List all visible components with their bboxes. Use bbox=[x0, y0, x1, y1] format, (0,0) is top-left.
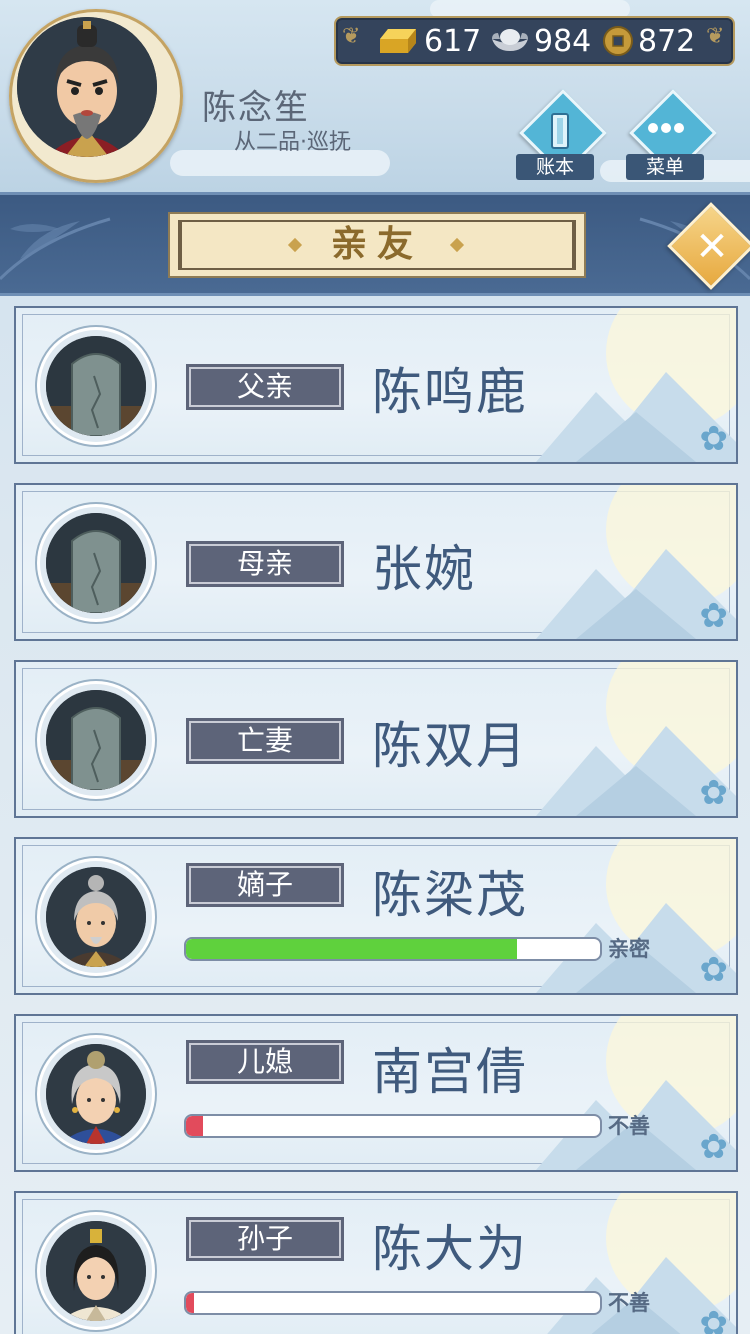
affinity-bar bbox=[184, 1291, 602, 1315]
copper-amount: 872 bbox=[638, 23, 696, 59]
relation-tag: 儿媳 bbox=[186, 1040, 344, 1084]
title-plaque: 亲友 bbox=[168, 212, 586, 278]
affinity-bar-fill bbox=[186, 939, 518, 959]
plum-flower-icon: ✿ bbox=[699, 1127, 729, 1167]
player-name: 陈念笙 bbox=[202, 88, 310, 128]
plum-flower-icon: ✿ bbox=[699, 1304, 729, 1334]
relative-card[interactable]: ✿ 儿媳 南宫倩 不善 bbox=[14, 1014, 738, 1172]
affinity-bar bbox=[184, 937, 602, 961]
gold-ingot-icon bbox=[380, 29, 416, 53]
silver-amount: 984 bbox=[534, 23, 592, 59]
page-title: 亲友 bbox=[330, 224, 423, 265]
menu-label: 菜单 bbox=[626, 154, 704, 180]
player-rank: 从二品·巡抚 bbox=[234, 130, 351, 155]
plum-flower-icon: ✿ bbox=[699, 596, 729, 636]
relative-name: 陈鸣鹿 bbox=[372, 363, 528, 421]
relatives-list[interactable]: ✿ 父亲 陈鸣鹿 ✿ 母亲 张婉 ✿ 亡妻 陈双月 ✿ 嫡子 陈梁茂 亲密 ✿ … bbox=[0, 300, 750, 1334]
affinity-label: 不善 bbox=[608, 1114, 650, 1138]
menu-button[interactable]: 菜单 bbox=[620, 89, 717, 186]
relation-tag: 亡妻 bbox=[186, 718, 344, 764]
close-icon[interactable]: ✕ bbox=[684, 219, 740, 275]
young-man-portrait bbox=[46, 1221, 146, 1321]
relative-card[interactable]: ✿ 母亲 张婉 bbox=[14, 483, 738, 641]
more-dots-icon bbox=[648, 123, 684, 133]
relative-card[interactable]: ✿ 亡妻 陈双月 bbox=[14, 660, 738, 818]
affinity-bar bbox=[184, 1114, 602, 1138]
tombstone-icon bbox=[46, 690, 146, 790]
elder-man-portrait bbox=[46, 867, 146, 967]
plum-flower-icon: ✿ bbox=[699, 950, 729, 990]
player-avatar[interactable] bbox=[17, 17, 157, 157]
plum-flower-icon: ✿ bbox=[699, 773, 729, 813]
gold-currency: 617 bbox=[376, 21, 481, 61]
bamboo-leaf-icon bbox=[0, 217, 111, 281]
affinity-bar-fill bbox=[186, 1116, 203, 1136]
relative-card[interactable]: ✿ 父亲 陈鸣鹿 bbox=[14, 306, 738, 464]
copper-currency: 872 bbox=[602, 21, 695, 61]
silver-ingot-icon bbox=[492, 29, 528, 51]
relation-tag: 孙子 bbox=[186, 1217, 344, 1261]
relation-tag: 父亲 bbox=[186, 364, 344, 410]
bamboo-ornament-icon: ❦ bbox=[342, 24, 361, 49]
relative-name: 陈大为 bbox=[372, 1220, 528, 1278]
silver-currency: 984 bbox=[490, 21, 591, 61]
elder-woman-portrait bbox=[46, 1044, 146, 1144]
copper-coin-icon bbox=[603, 26, 633, 56]
currency-bar: ❦ 617 984 872 ❦ bbox=[334, 16, 735, 66]
relative-name: 陈双月 bbox=[372, 717, 528, 775]
affinity-label: 不善 bbox=[608, 1291, 650, 1315]
relative-card[interactable]: ✿ 嫡子 陈梁茂 亲密 bbox=[14, 837, 738, 995]
affinity-bar-fill bbox=[186, 1293, 195, 1313]
ledger-icon bbox=[551, 113, 569, 149]
bamboo-ornament-icon: ❦ bbox=[706, 24, 725, 49]
tombstone-icon bbox=[46, 336, 146, 436]
relation-tag: 嫡子 bbox=[186, 863, 344, 907]
relation-tag: 母亲 bbox=[186, 541, 344, 587]
gold-amount: 617 bbox=[424, 23, 482, 59]
relative-name: 南宫倩 bbox=[372, 1043, 528, 1101]
ledger-label: 账本 bbox=[516, 154, 594, 180]
relative-name: 张婉 bbox=[372, 540, 476, 598]
relative-card[interactable]: ✿ 孙子 陈大为 不善 bbox=[14, 1191, 738, 1334]
affinity-label: 亲密 bbox=[608, 937, 650, 961]
ledger-button[interactable]: 账本 bbox=[510, 89, 607, 186]
relative-name: 陈梁茂 bbox=[372, 866, 528, 924]
plum-flower-icon: ✿ bbox=[699, 419, 729, 459]
tombstone-icon bbox=[46, 513, 146, 613]
header: 陈念笙 从二品·巡抚 ❦ 617 984 872 ❦ 账本 菜单 bbox=[0, 0, 750, 192]
title-bar: 亲友 ✕ bbox=[0, 192, 750, 296]
